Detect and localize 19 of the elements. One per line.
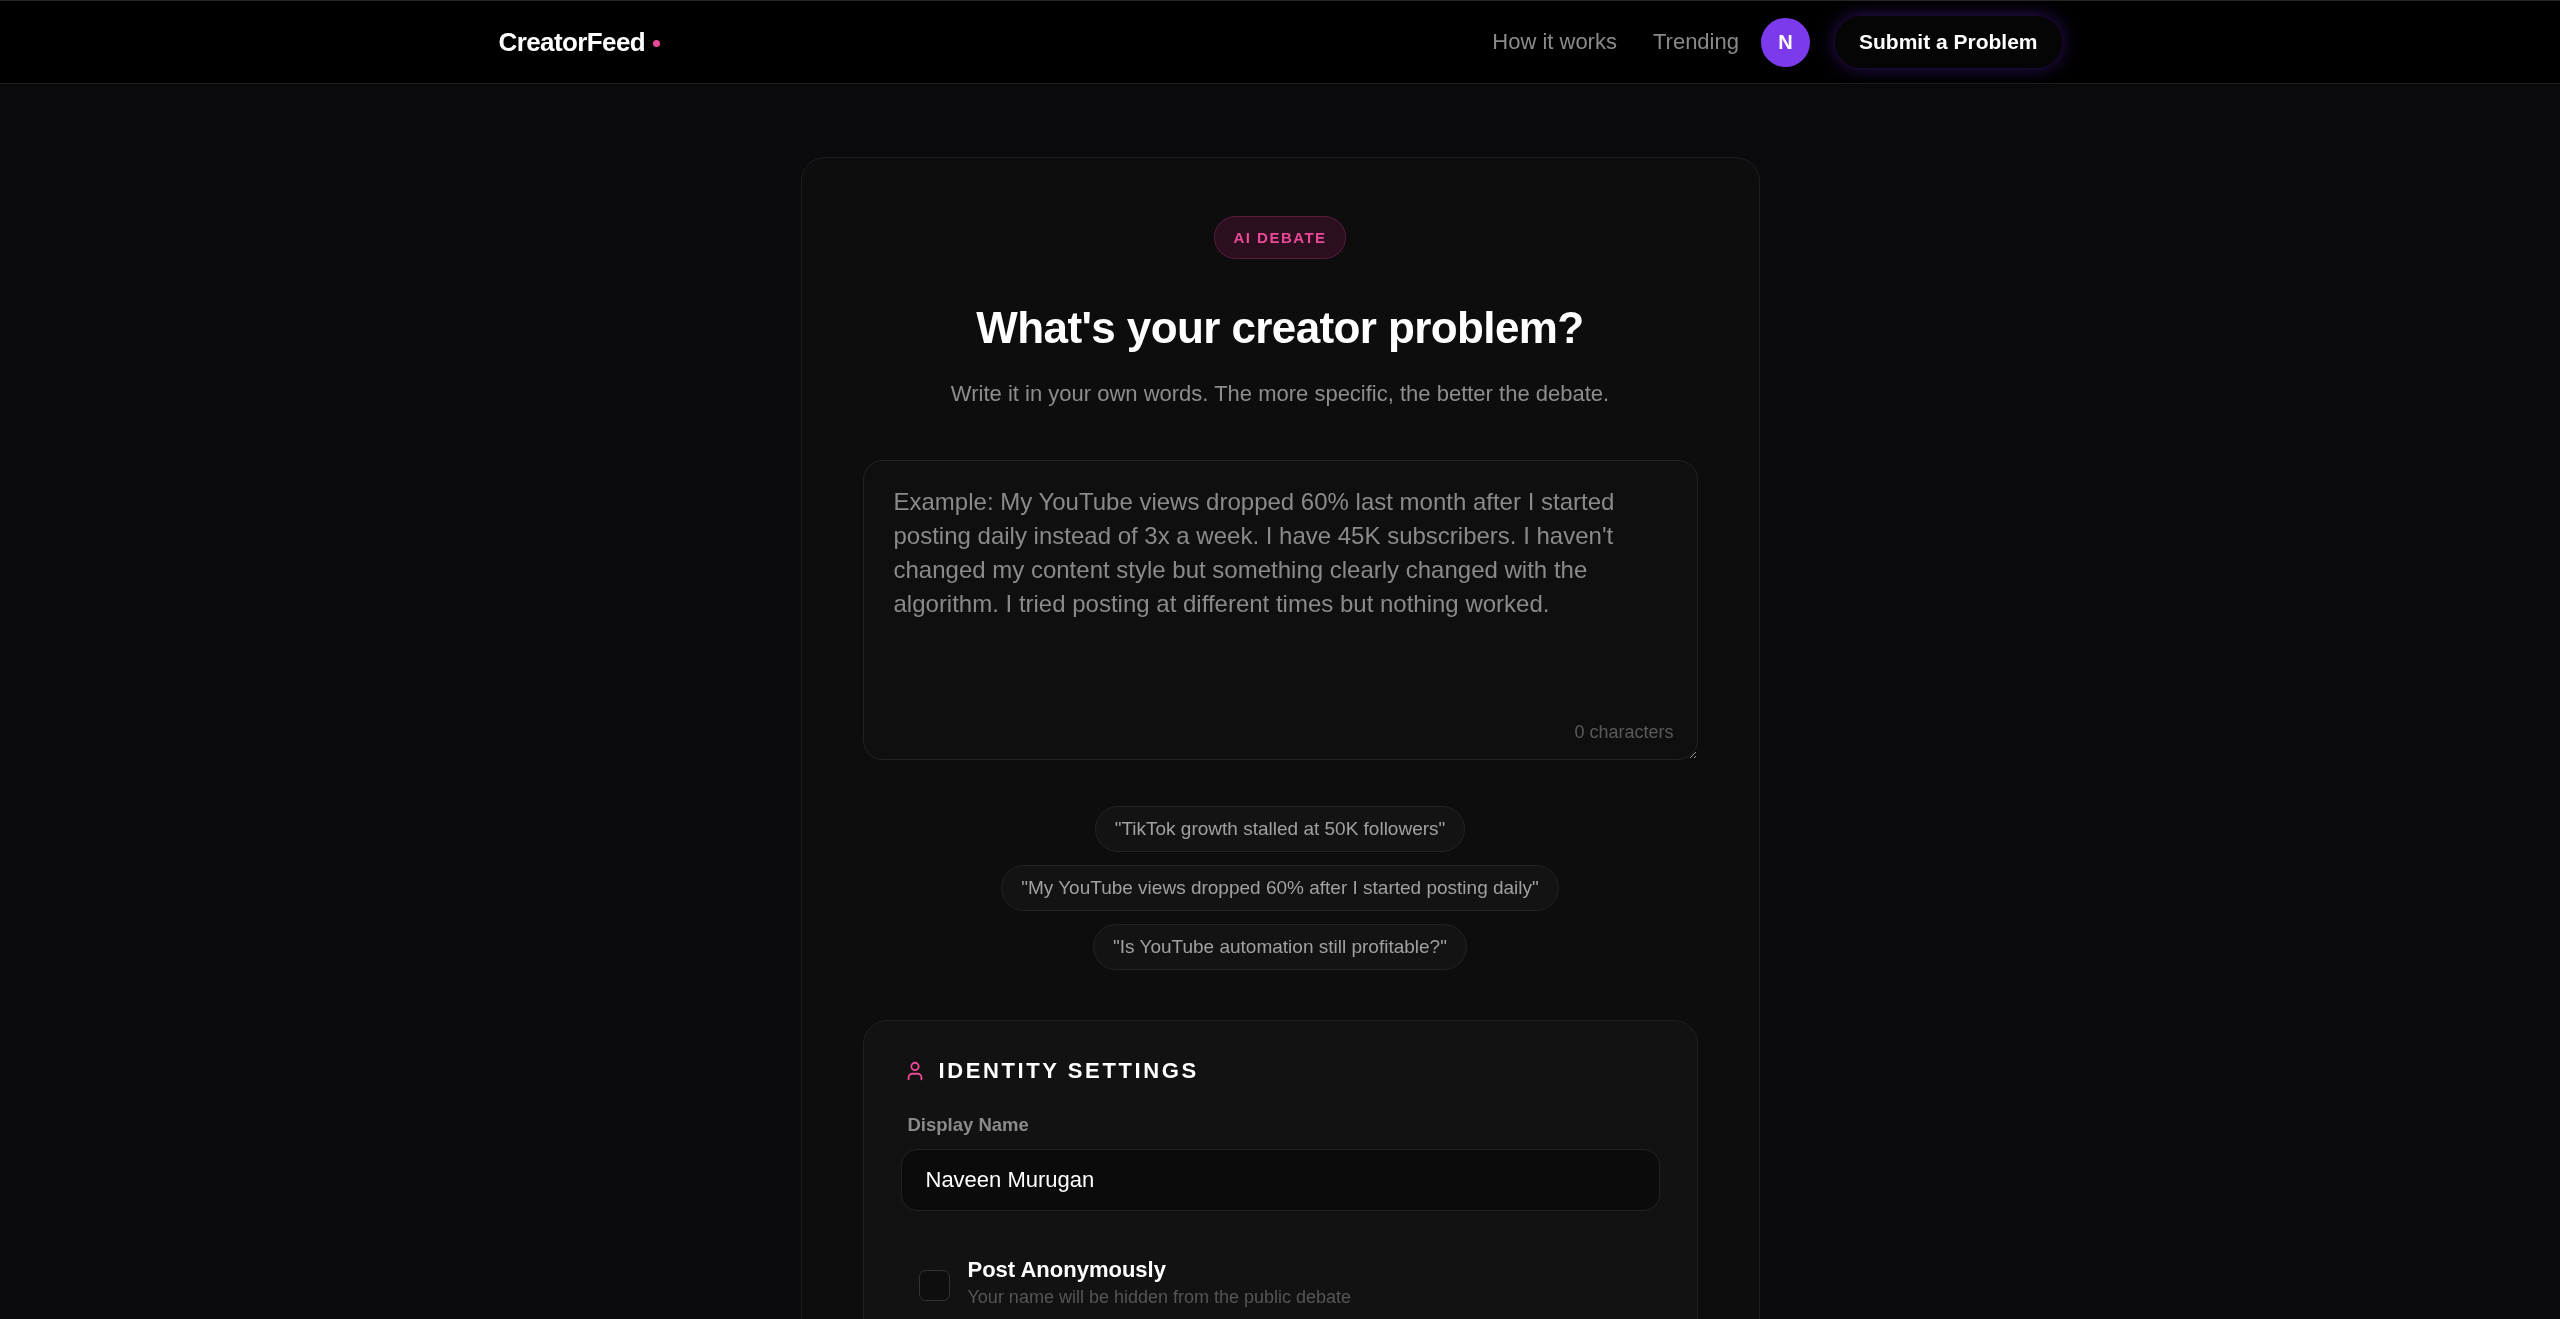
checkbox-label: Post Anonymously [967, 1257, 1167, 1283]
anonymous-checkbox[interactable] [918, 1270, 950, 1301]
page-title: What's your creator problem? [976, 302, 1584, 354]
page-subtitle: Write it in your own words. The more specific, the better the debate. [950, 380, 1610, 408]
suggestion-chip[interactable]: "My YouTube views dropped 60% after I started posting daily" [1001, 865, 1559, 911]
field-label: Display Name [906, 1114, 1030, 1136]
suggestion-chip[interactable]: "TikTok growth stalled at 50K followers" [1094, 806, 1466, 852]
submit-problem-button[interactable]: Submit a Problem [1834, 16, 2062, 68]
ai-debate-badge: AI DEBATE [1214, 216, 1346, 259]
nav-link[interactable]: Trending [1652, 29, 1739, 55]
section-heading: IDENTITY SETTINGS [938, 1058, 1199, 1084]
suggestion-chip[interactable]: "Is YouTube automation still profitable?" [1093, 924, 1467, 970]
nav-link[interactable]: How it works [1492, 29, 1617, 55]
user-avatar[interactable]: N [1760, 17, 1810, 67]
logo-dot-icon [653, 40, 661, 47]
display-name-input[interactable]: Naveen Murugan [900, 1149, 1660, 1211]
character-count: 0 characters [1574, 722, 1674, 743]
logo[interactable]: CreatorFeed [498, 26, 646, 58]
checkbox-description: Your name will be hidden from the public debate [967, 1287, 1352, 1308]
